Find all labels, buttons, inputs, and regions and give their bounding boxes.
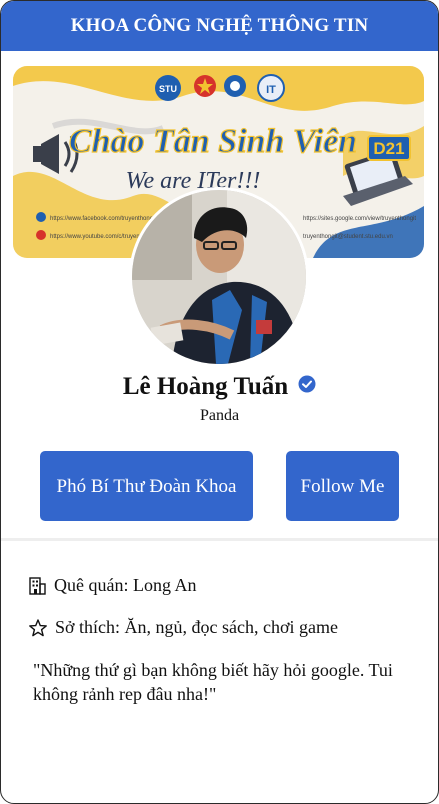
hobbies-text: Sở thích: Ăn, ngủ, đọc sách, chơi game bbox=[55, 617, 338, 637]
it-logo: IT bbox=[257, 74, 285, 102]
svg-text:STU: STU bbox=[159, 84, 177, 94]
building-icon bbox=[29, 576, 46, 595]
banner-link-site: https://sites.google.com/view/truyenthon… bbox=[303, 216, 416, 222]
verified-check-icon bbox=[298, 375, 316, 393]
profile-name: Lê Hoàng Tuấn bbox=[122, 373, 289, 400]
profile-nickname: Panda bbox=[199, 407, 240, 424]
profile-name-row: Lê Hoàng Tuấn bbox=[1, 373, 438, 401]
header-title: KHOA CÔNG NGHỆ THÔNG TIN bbox=[70, 15, 369, 36]
profile-quote: "Những thứ gì bạn không biết hãy hỏi goo… bbox=[33, 660, 393, 704]
banner-headline: Chào Tân Sinh Viên bbox=[69, 123, 357, 160]
svg-text:IT: IT bbox=[266, 84, 276, 96]
svg-text:D21: D21 bbox=[373, 139, 404, 158]
role-button[interactable]: Phó Bí Thư Đoàn Khoa bbox=[40, 451, 253, 521]
star-icon bbox=[29, 618, 47, 636]
avatar bbox=[129, 187, 309, 367]
hobbies-row: Sở thích: Ăn, ngủ, đọc sách, chơi game bbox=[29, 617, 338, 638]
hometown-row: Quê quán: Long An bbox=[29, 575, 196, 596]
section-divider bbox=[1, 538, 438, 541]
stu-logo: STU bbox=[155, 75, 181, 101]
follow-button[interactable]: Follow Me bbox=[286, 451, 399, 521]
page-header: KHOA CÔNG NGHỆ THÔNG TIN bbox=[1, 1, 438, 51]
badge-d21: D21 bbox=[367, 135, 411, 161]
profile-card: KHOA CÔNG NGHỆ THÔNG TIN STU IT Chào Tân… bbox=[0, 0, 439, 804]
youtube-icon bbox=[36, 230, 46, 240]
banner-link-email: truyenthongit@student.stu.edu.vn bbox=[303, 234, 393, 240]
hometown-text: Quê quán: Long An bbox=[54, 575, 197, 595]
profile-photo bbox=[132, 190, 306, 364]
facebook-icon bbox=[36, 212, 46, 222]
banner-link-facebook: https://www.facebook.com/truyenthongit bbox=[50, 216, 156, 222]
